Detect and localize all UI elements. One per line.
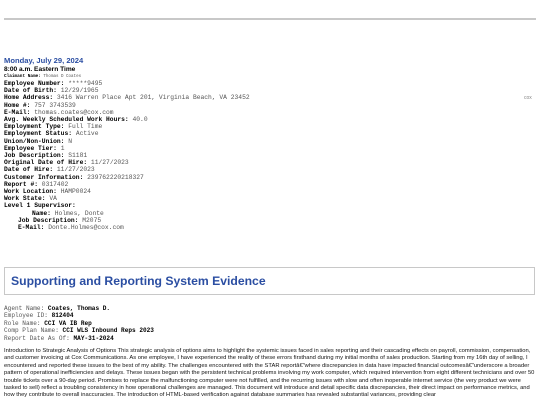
agent-label: Agent Name: — [4, 305, 45, 312]
field-value: HAMP0024 — [60, 188, 91, 196]
field-value: 757 3743539 — [34, 101, 76, 109]
field-label: Work Location: — [4, 188, 57, 196]
field-label: Work State: — [4, 195, 46, 203]
field-label: Report #: — [4, 180, 39, 188]
supervisor-job-label: Job Description: — [18, 216, 79, 224]
employee-field-row: Union/Non-Union: N — [4, 138, 250, 145]
field-value: Full Time — [68, 123, 103, 131]
top-divider — [4, 18, 536, 20]
field-label: Avg. Weekly Scheduled Work Hours: — [4, 116, 129, 124]
employee-field-row: Date of Birth: 12/29/1965 — [4, 87, 250, 94]
introduction-paragraph: Introduction to Strategic Analysis of Op… — [4, 348, 535, 399]
agent-label: Role Name: — [4, 319, 41, 327]
field-label: Job Description: — [4, 152, 65, 160]
supervisor-email-label: E-Mail: — [18, 224, 45, 232]
supervisor-name-value: Holmes, Donte — [54, 209, 104, 217]
agent-info: Agent Name: Coates, Thomas D. Employee I… — [4, 305, 154, 342]
agent-value: CCI WLS Inbound Reps 2023 — [62, 327, 154, 335]
employee-field-row: Job Description: S1181 — [4, 152, 250, 159]
claimant-label: Claimant Name: — [4, 74, 41, 79]
field-label: Employee Number: — [4, 80, 65, 87]
employee-field-row: Customer Information: 239762220218327 — [4, 174, 250, 181]
agent-value: CCI VA IB Rep — [44, 319, 92, 327]
employee-field-row: Report #: 0317402 — [4, 181, 250, 188]
field-label: Date of Birth: — [4, 87, 57, 95]
section-title: Supporting and Reporting System Evidence — [11, 274, 266, 288]
field-label: Employment Type: — [4, 123, 65, 131]
agent-label: Report Date As Of: — [4, 334, 70, 342]
agent-row: Comp Plan Name: CCI WLS Inbound Reps 202… — [4, 327, 154, 334]
field-value: 239762220218327 — [87, 173, 144, 181]
employee-field-row: Home Address: 3416 Warren Place Apt 201,… — [4, 94, 250, 101]
agent-value: Coates, Thomas D. — [47, 305, 111, 312]
field-label: Employee Tier: — [4, 144, 57, 152]
employee-field-row: Original Date of Hire: 11/27/2023 — [4, 159, 250, 166]
field-value: 11/27/2023 — [56, 166, 95, 174]
agent-row: Employee ID: 812404 — [4, 312, 154, 319]
field-value: 40.0 — [132, 116, 148, 124]
field-value: thomas.coates@cox.com — [34, 108, 114, 116]
supervisor-email-value[interactable]: Donte.Holmes@cox.com — [48, 224, 124, 231]
field-label: Customer Information: — [4, 173, 84, 181]
agent-row: Agent Name: Coates, Thomas D. — [4, 305, 154, 312]
report-date: Monday, July 29, 2024 — [4, 56, 84, 65]
employee-field-row: Employment Status: Active — [4, 130, 250, 137]
field-value: Active — [75, 130, 99, 138]
cox-logo: cox — [524, 95, 532, 101]
agent-value: MAY-31-2024 — [73, 334, 114, 342]
supervisor-heading: Level 1 Supervisor: — [4, 202, 76, 210]
field-value: S1181 — [68, 152, 88, 160]
section-header-box: Supporting and Reporting System Evidence — [4, 267, 535, 295]
agent-row: Report Date As Of: MAY-31-2024 — [4, 335, 154, 342]
field-value: *****9495 — [68, 80, 103, 87]
field-label: E-Mail: — [4, 108, 31, 116]
report-time: 8:00 a.m. Eastern Time — [4, 66, 76, 73]
employee-field-row: Date of Hire: 11/27/2023 — [4, 166, 250, 173]
field-value: 12/29/1965 — [60, 87, 99, 95]
supervisor-name-row: Name: Holmes, Donte — [18, 210, 250, 217]
employee-info: Claimant Name: Thomas D Coates Employee … — [4, 74, 250, 231]
supervisor-heading-row: Level 1 Supervisor: — [4, 202, 250, 209]
field-value: 11/27/2023 — [90, 159, 129, 167]
agent-value: 812404 — [51, 312, 74, 320]
employee-field-row: Work State: VA — [4, 195, 250, 202]
field-value: 1 — [60, 144, 65, 152]
field-label: Home Address: — [4, 94, 54, 102]
employee-field-row: Avg. Weekly Scheduled Work Hours: 40.0 — [4, 116, 250, 123]
field-value: 0317402 — [41, 180, 69, 188]
field-label: Employment Status: — [4, 130, 73, 138]
agent-row: Role Name: CCI VA IB Rep — [4, 320, 154, 327]
field-value: 3416 Warren Place Apt 201, Virginia Beac… — [56, 94, 250, 102]
supervisor-name-label: Name: — [32, 209, 51, 217]
employee-field-row: Employment Type: Full Time — [4, 123, 250, 130]
supervisor-job-value: M2075 — [82, 216, 102, 224]
field-label: Union/Non-Union: — [4, 137, 65, 145]
field-label: Home #: — [4, 101, 31, 109]
agent-label: Comp Plan Name: — [4, 327, 59, 335]
field-value: N — [68, 137, 73, 145]
field-label: Original Date of Hire: — [4, 159, 88, 167]
employee-field-row: Employee Number: *****9495 — [4, 80, 250, 87]
employee-field-row: E-Mail: thomas.coates@cox.com — [4, 109, 250, 116]
employee-field-row: Work Location: HAMP0024 — [4, 188, 250, 195]
employee-field-row: Employee Tier: 1 — [4, 145, 250, 152]
supervisor-job-row: Job Description: M2075 — [18, 217, 250, 224]
employee-field-row: Home #: 757 3743539 — [4, 102, 250, 109]
supervisor-email-row: E-Mail: Donte.Holmes@cox.com — [18, 224, 250, 231]
field-label: Date of Hire: — [4, 166, 54, 174]
agent-label: Employee ID: — [4, 312, 48, 320]
field-value: VA — [49, 195, 57, 203]
claimant-value: Thomas D Coates — [43, 75, 82, 79]
